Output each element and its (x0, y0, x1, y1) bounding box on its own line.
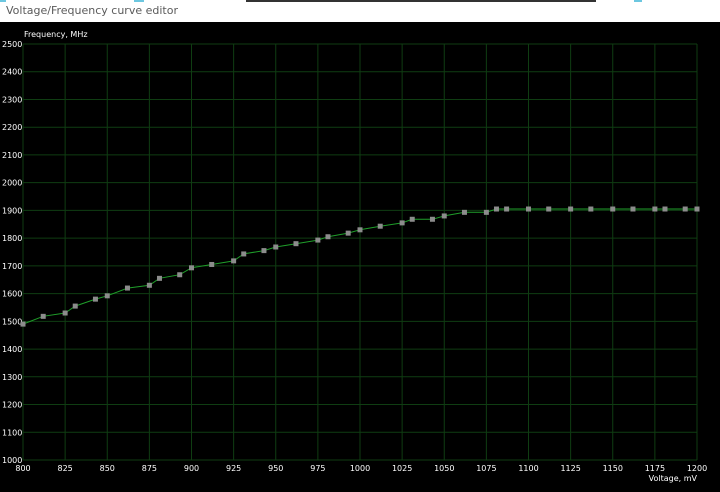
curve-point[interactable] (345, 230, 351, 236)
curve-point[interactable] (357, 227, 363, 233)
x-tick-label: 875 (142, 464, 157, 473)
x-tick-label: 1125 (560, 464, 580, 473)
x-tick-label: 950 (268, 464, 283, 473)
x-tick-label: 900 (184, 464, 199, 473)
curve-point[interactable] (241, 251, 247, 257)
curve-point[interactable] (325, 234, 331, 240)
x-tick-label: 1000 (350, 464, 370, 473)
y-tick-label: 2400 (2, 68, 22, 77)
x-tick-label: 1100 (518, 464, 538, 473)
curve-point[interactable] (72, 303, 78, 309)
curve-point[interactable] (40, 313, 46, 319)
titlebar-divider (246, 0, 596, 2)
y-tick-label: 1400 (2, 345, 22, 354)
x-tick-label: 825 (57, 464, 72, 473)
y-tick-label: 2300 (2, 95, 22, 104)
curve-point[interactable] (315, 237, 321, 243)
curve-point[interactable] (261, 248, 267, 254)
curve-point[interactable] (377, 223, 383, 229)
curve-point[interactable] (409, 216, 415, 222)
curve-point[interactable] (273, 244, 279, 250)
y-tick-label: 1800 (2, 234, 22, 243)
curve-point[interactable] (493, 206, 499, 212)
titlebar-accent (634, 0, 642, 2)
curve-point[interactable] (429, 216, 435, 222)
y-tick-label: 1100 (2, 428, 22, 437)
y-tick-label: 1200 (2, 401, 22, 410)
x-tick-label: 1175 (645, 464, 665, 473)
curve-point[interactable] (526, 206, 531, 212)
x-axis-label: Voltage, mV (649, 474, 698, 483)
curve-point[interactable] (546, 206, 552, 212)
y-tick-label: 2000 (2, 179, 22, 188)
curve-point[interactable] (441, 213, 447, 219)
curve-point[interactable] (461, 209, 467, 215)
curve-point[interactable] (483, 209, 489, 215)
y-tick-label: 1700 (2, 262, 22, 271)
curve-point[interactable] (156, 275, 162, 281)
curve-point[interactable] (104, 293, 110, 299)
x-tick-label: 925 (226, 464, 241, 473)
curve-point[interactable] (630, 206, 636, 212)
y-tick-label: 2100 (2, 151, 22, 160)
curve-point[interactable] (610, 206, 616, 212)
x-tick-label: 975 (310, 464, 325, 473)
curve-point[interactable] (146, 282, 152, 288)
y-axis-label: Frequency, MHz (24, 30, 88, 39)
curve-point[interactable] (399, 220, 405, 226)
x-tick-label: 1200 (687, 464, 707, 473)
curve-point[interactable] (177, 272, 183, 278)
y-tick-label: 1500 (2, 317, 22, 326)
curve-point[interactable] (652, 206, 658, 212)
y-tick-label: 2200 (2, 123, 22, 132)
curve-point[interactable] (231, 258, 237, 264)
curve-point[interactable] (189, 265, 194, 271)
curve-point[interactable] (293, 241, 299, 247)
x-tick-label: 850 (100, 464, 115, 473)
curve-point[interactable] (124, 285, 130, 291)
curve-point[interactable] (588, 206, 594, 212)
curve-point[interactable] (694, 206, 700, 212)
curve-point[interactable] (682, 206, 688, 212)
curve-point[interactable] (504, 206, 510, 212)
vf-curve-plot[interactable]: 1000 1100 1200 1300 1400 1500 1600 1700 1800 1900… (0, 22, 720, 488)
curve-point[interactable] (20, 321, 26, 327)
curve-point[interactable] (92, 296, 98, 302)
y-tick-label: 2500 (2, 40, 22, 49)
curve-point[interactable] (62, 310, 68, 316)
vf-curve-chart[interactable]: 1000 1100 1200 1300 1400 1500 1600 1700 1800 1900… (0, 22, 720, 488)
window-titlebar: Voltage/Frequency curve editor (0, 0, 720, 22)
curve-point[interactable] (568, 206, 574, 212)
x-tick-label: 1025 (392, 464, 412, 473)
y-tick-label: 1600 (2, 290, 22, 299)
window-title: Voltage/Frequency curve editor (6, 4, 178, 17)
y-tick-label: 1300 (2, 373, 22, 382)
curve-point[interactable] (662, 206, 668, 212)
x-tick-label: 1150 (603, 464, 623, 473)
x-tick-label: 1050 (434, 464, 454, 473)
titlebar-accent (0, 0, 6, 2)
curve-point[interactable] (209, 261, 215, 267)
x-tick-label: 1075 (476, 464, 496, 473)
x-tick-label: 800 (15, 464, 30, 473)
titlebar-accent (134, 0, 144, 2)
y-tick-label: 1900 (2, 206, 22, 215)
